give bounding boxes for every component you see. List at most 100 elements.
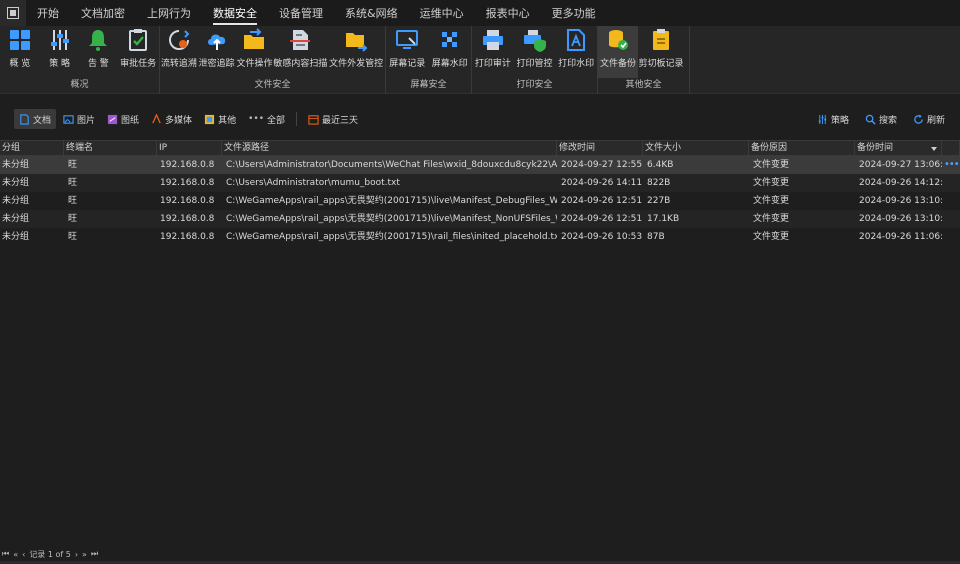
flow-trace-button[interactable]: 流转追溯 xyxy=(160,26,198,78)
filter-other-button[interactable]: 其他 xyxy=(199,109,241,129)
grid-icon xyxy=(9,30,30,50)
table-row[interactable]: 未分组 旺 192.168.0.8 C:\Users\Administrator… xyxy=(0,174,960,192)
print-audit-button[interactable]: 打印审计 xyxy=(472,26,514,78)
next-page-button[interactable]: › xyxy=(73,550,80,559)
filter-documents-button[interactable]: 文档 xyxy=(14,109,57,129)
sliders-icon xyxy=(818,114,827,124)
col-header-modified-time[interactable]: 修改时间 xyxy=(557,141,643,155)
col-header-terminal[interactable]: 终端名 xyxy=(64,141,157,155)
table-row[interactable]: 未分组 旺 192.168.0.8 C:\WeGameApps\rail_app… xyxy=(0,228,960,246)
cell-ip: 192.168.0.8 xyxy=(160,160,215,170)
menu-tab-report-center[interactable]: 报表中心 xyxy=(475,0,541,26)
clipboard-icon xyxy=(653,29,669,50)
cell-group: 未分组 xyxy=(2,160,30,170)
printer-shield-icon xyxy=(523,30,546,52)
strategy-filter-button[interactable]: 策略 xyxy=(812,109,854,129)
media-icon xyxy=(152,113,161,123)
menu-tab-home[interactable]: 开始 xyxy=(26,0,70,26)
database-backup-icon xyxy=(609,30,628,50)
cell-source-path: C:\WeGameApps\rail_apps\无畏契约(2001715)\ra… xyxy=(226,232,557,242)
menu-tab-ops-center[interactable]: 运维中心 xyxy=(409,0,475,26)
file-outbound-control-button[interactable]: 文件外发管控 xyxy=(327,26,385,78)
col-header-backup-reason[interactable]: 备份原因 xyxy=(749,141,855,155)
first-page-button[interactable]: ⏮ xyxy=(0,549,11,559)
next-page-group-button[interactable]: » xyxy=(80,550,89,559)
sensitive-content-scan-button[interactable]: 敏感内容扫描 xyxy=(273,26,327,78)
menu-tab-doc-encrypt[interactable]: 文档加密 xyxy=(70,0,136,26)
approval-task-button[interactable]: 审批任务 xyxy=(117,26,159,78)
refresh-icon xyxy=(914,113,923,124)
clipboard-record-button[interactable]: 剪切板记录 xyxy=(638,26,684,78)
ribbon-group-label: 文件安全 xyxy=(254,80,291,90)
table-header: 分组 终端名 IP 文件源路径 修改时间 文件大小 备份原因 备份时间 xyxy=(0,140,960,156)
menu-tab-system-network[interactable]: 系统&网络 xyxy=(334,0,409,26)
prev-page-group-button[interactable]: « xyxy=(11,550,20,559)
monitor-icon xyxy=(396,30,419,49)
ribbon-group-other-security: 文件备份 剪切板记录 其他安全 xyxy=(598,26,690,94)
date-range-button[interactable]: 最近三天 xyxy=(303,109,363,129)
cell-backup-reason: 文件变更 xyxy=(753,214,790,224)
screen-watermark-button[interactable]: 屏幕水印 xyxy=(429,26,472,78)
bell-icon xyxy=(89,30,108,51)
filter-all-button[interactable]: ••• 全部 xyxy=(243,109,290,129)
alarm-button[interactable]: 告 警 xyxy=(80,26,118,78)
col-header-source-path[interactable]: 文件源路径 xyxy=(222,141,557,155)
filter-images-button[interactable]: 图片 xyxy=(58,109,100,129)
strategy-button[interactable]: 策 略 xyxy=(40,26,80,78)
col-header-file-size[interactable]: 文件大小 xyxy=(643,141,749,155)
ribbon-group-label: 屏幕安全 xyxy=(410,80,447,90)
screen-record-button[interactable]: 屏幕记录 xyxy=(386,26,429,78)
cell-source-path: C:\WeGameApps\rail_apps\无畏契约(2001715)\li… xyxy=(226,214,557,224)
cell-ip: 192.168.0.8 xyxy=(160,196,215,206)
ellipsis-icon: ••• xyxy=(248,114,265,124)
app-menu-button[interactable] xyxy=(0,0,26,26)
cell-source-path: C:\WeGameApps\rail_apps\无畏契约(2001715)\li… xyxy=(226,196,557,206)
last-page-button[interactable]: ⏭ xyxy=(89,549,100,559)
cell-terminal: 旺 xyxy=(68,196,78,206)
cell-backup-reason: 文件变更 xyxy=(753,178,790,188)
refresh-button[interactable]: 刷新 xyxy=(908,109,950,129)
mosaic-icon xyxy=(441,32,457,47)
cell-backup-time: 2024-09-27 13:06:13 xyxy=(859,160,942,170)
search-button[interactable]: 搜索 xyxy=(860,109,902,129)
top-menu-bar: 开始 文档加密 上网行为 数据安全 设备管理 系统&网络 运维中心 报表中心 更… xyxy=(0,0,960,26)
cell-file-size: 6.4KB xyxy=(647,160,674,170)
cell-source-path: C:\Users\Administrator\Documents\WeChat … xyxy=(226,160,557,170)
table-row[interactable]: 未分组 旺 192.168.0.8 C:\Users\Administrator… xyxy=(0,156,960,174)
col-header-ip[interactable]: IP xyxy=(157,141,222,155)
ribbon-group-label: 打印安全 xyxy=(516,80,553,90)
file-operation-button[interactable]: 文件操作 xyxy=(236,26,274,78)
filter-multimedia-button[interactable]: 多媒体 xyxy=(146,109,197,129)
drawing-icon xyxy=(107,114,118,124)
file-backup-button[interactable]: 文件备份 xyxy=(598,26,638,78)
prev-page-button[interactable]: ‹ xyxy=(20,550,27,559)
print-control-button[interactable]: 打印管控 xyxy=(514,26,556,78)
cell-group: 未分组 xyxy=(2,214,30,224)
col-header-backup-time[interactable]: 备份时间 xyxy=(855,141,942,155)
cell-terminal: 旺 xyxy=(68,178,78,188)
printer-icon xyxy=(482,30,503,50)
table-row[interactable]: 未分组 旺 192.168.0.8 C:\WeGameApps\rail_app… xyxy=(0,210,960,228)
leak-trace-button[interactable]: 泄密追踪 xyxy=(198,26,236,78)
print-watermark-button[interactable]: 打印水印 xyxy=(555,26,597,78)
cell-backup-reason: 文件变更 xyxy=(753,160,790,170)
filter-drawings-button[interactable]: 图纸 xyxy=(102,109,144,129)
cell-ip: 192.168.0.8 xyxy=(160,178,215,188)
cell-backup-time: 2024-09-26 14:12:34 xyxy=(859,178,942,188)
cell-modified-time: 2024-09-26 12:51:21 xyxy=(561,214,643,224)
pager: ⏮ « ‹ 记录 1 of 5 › » ⏭ xyxy=(0,547,960,561)
menu-tab-more-features[interactable]: 更多功能 xyxy=(541,0,607,26)
cell-modified-time: 2024-09-26 12:51:21 xyxy=(561,196,643,206)
menu-tab-data-security[interactable]: 数据安全 xyxy=(202,0,268,26)
overview-button[interactable]: 概 览 xyxy=(0,26,40,78)
table-row[interactable]: 未分组 旺 192.168.0.8 C:\WeGameApps\rail_app… xyxy=(0,192,960,210)
menu-tab-internet-behavior[interactable]: 上网行为 xyxy=(136,0,202,26)
cell-group: 未分组 xyxy=(2,196,30,206)
col-header-group[interactable]: 分组 xyxy=(0,141,64,155)
menu-tab-device-management[interactable]: 设备管理 xyxy=(268,0,334,26)
cell-file-size: 227B xyxy=(647,196,671,206)
ribbon-group-file-security: 流转追溯 泄密追踪 文件操作 敏感内容扫描 文件外发管控 文件安全 xyxy=(160,26,386,94)
row-more-icon[interactable]: ••• xyxy=(942,156,960,174)
cell-group: 未分组 xyxy=(2,178,30,188)
filter-toolbar: 文档 图片 图纸 多媒体 其他 ••• 全部 最近三天 策略 搜索 刷新 xyxy=(0,108,960,130)
